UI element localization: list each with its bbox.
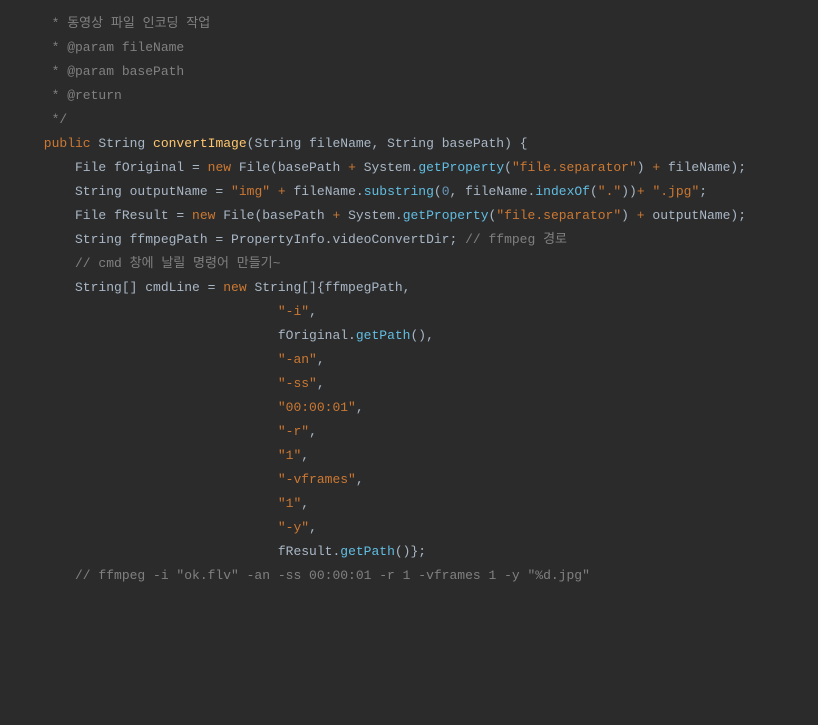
javadoc-return: * @return (36, 88, 122, 103)
method-getpath: getPath (340, 544, 395, 559)
code-statement: File fResult = new File(basePath + Syste… (0, 204, 818, 228)
string-literal: "file.separator" (512, 160, 637, 175)
string-literal: "-vframes" (278, 472, 356, 487)
method-getpath: getPath (356, 328, 411, 343)
return-type: String (91, 136, 153, 151)
string-literal: "1" (278, 448, 301, 463)
method-getproperty: getProperty (403, 208, 489, 223)
code-statement: String[] cmdLine = new String[]{ffmpegPa… (0, 276, 818, 300)
string-literal: "-y" (278, 520, 309, 535)
array-element: fResult.getPath()}; (0, 540, 818, 564)
array-element: "-r", (0, 420, 818, 444)
keyword-public: public (36, 136, 91, 151)
array-element: "-vframes", (0, 468, 818, 492)
code-statement: File fOriginal = new File(basePath + Sys… (0, 156, 818, 180)
array-element: "1", (0, 444, 818, 468)
keyword-new: new (208, 160, 231, 175)
comment-line: * @param fileName (0, 36, 818, 60)
comment-line: // ffmpeg -i "ok.flv" -an -ss 00:00:01 -… (0, 564, 818, 588)
string-literal: "-an" (278, 352, 317, 367)
comment-line: * 동영상 파일 인코딩 작업 (0, 12, 818, 36)
string-literal: "1" (278, 496, 301, 511)
number-literal: 0 (442, 184, 450, 199)
code-editor[interactable]: * 동영상 파일 인코딩 작업 * @param fileName * @par… (0, 12, 818, 588)
method-substring: substring (364, 184, 434, 199)
array-element: "-y", (0, 516, 818, 540)
javadoc-param: * @param basePath (36, 64, 184, 79)
comment-line: * @return (0, 84, 818, 108)
array-element: fOriginal.getPath(), (0, 324, 818, 348)
javadoc-param: * @param fileName (36, 40, 184, 55)
method-name: convertImage (153, 136, 247, 151)
keyword-new: new (192, 208, 215, 223)
keyword-new: new (223, 280, 246, 295)
array-element: "-ss", (0, 372, 818, 396)
method-signature: public String convertImage(String fileNa… (0, 132, 818, 156)
string-literal: "file.separator" (496, 208, 621, 223)
string-literal: "-r" (278, 424, 309, 439)
line-comment: // ffmpeg -i "ok.flv" -an -ss 00:00:01 -… (36, 568, 590, 583)
string-literal: "-ss" (278, 376, 317, 391)
code-statement: String ffmpegPath = PropertyInfo.videoCo… (0, 228, 818, 252)
string-literal: "00:00:01" (278, 400, 356, 415)
javadoc-close: */ (36, 112, 67, 127)
line-comment: // cmd 창에 날릴 명령어 만들기~ (36, 256, 280, 271)
method-getproperty: getProperty (418, 160, 504, 175)
comment-line: * @param basePath (0, 60, 818, 84)
string-literal: "img" (231, 184, 270, 199)
line-comment: // ffmpeg 경로 (465, 232, 567, 247)
code-statement: String outputName = "img" + fileName.sub… (0, 180, 818, 204)
method-indexof: indexOf (535, 184, 590, 199)
array-element: "00:00:01", (0, 396, 818, 420)
string-literal: ".jpg" (652, 184, 699, 199)
string-literal: "-i" (278, 304, 309, 319)
string-literal: "." (598, 184, 621, 199)
array-element: "-an", (0, 348, 818, 372)
params: (String fileName, String basePath) { (247, 136, 528, 151)
comment-line: */ (0, 108, 818, 132)
array-element: "1", (0, 492, 818, 516)
comment-line: // cmd 창에 날릴 명령어 만들기~ (0, 252, 818, 276)
javadoc-desc: * 동영상 파일 인코딩 작업 (36, 16, 210, 31)
array-element: "-i", (0, 300, 818, 324)
